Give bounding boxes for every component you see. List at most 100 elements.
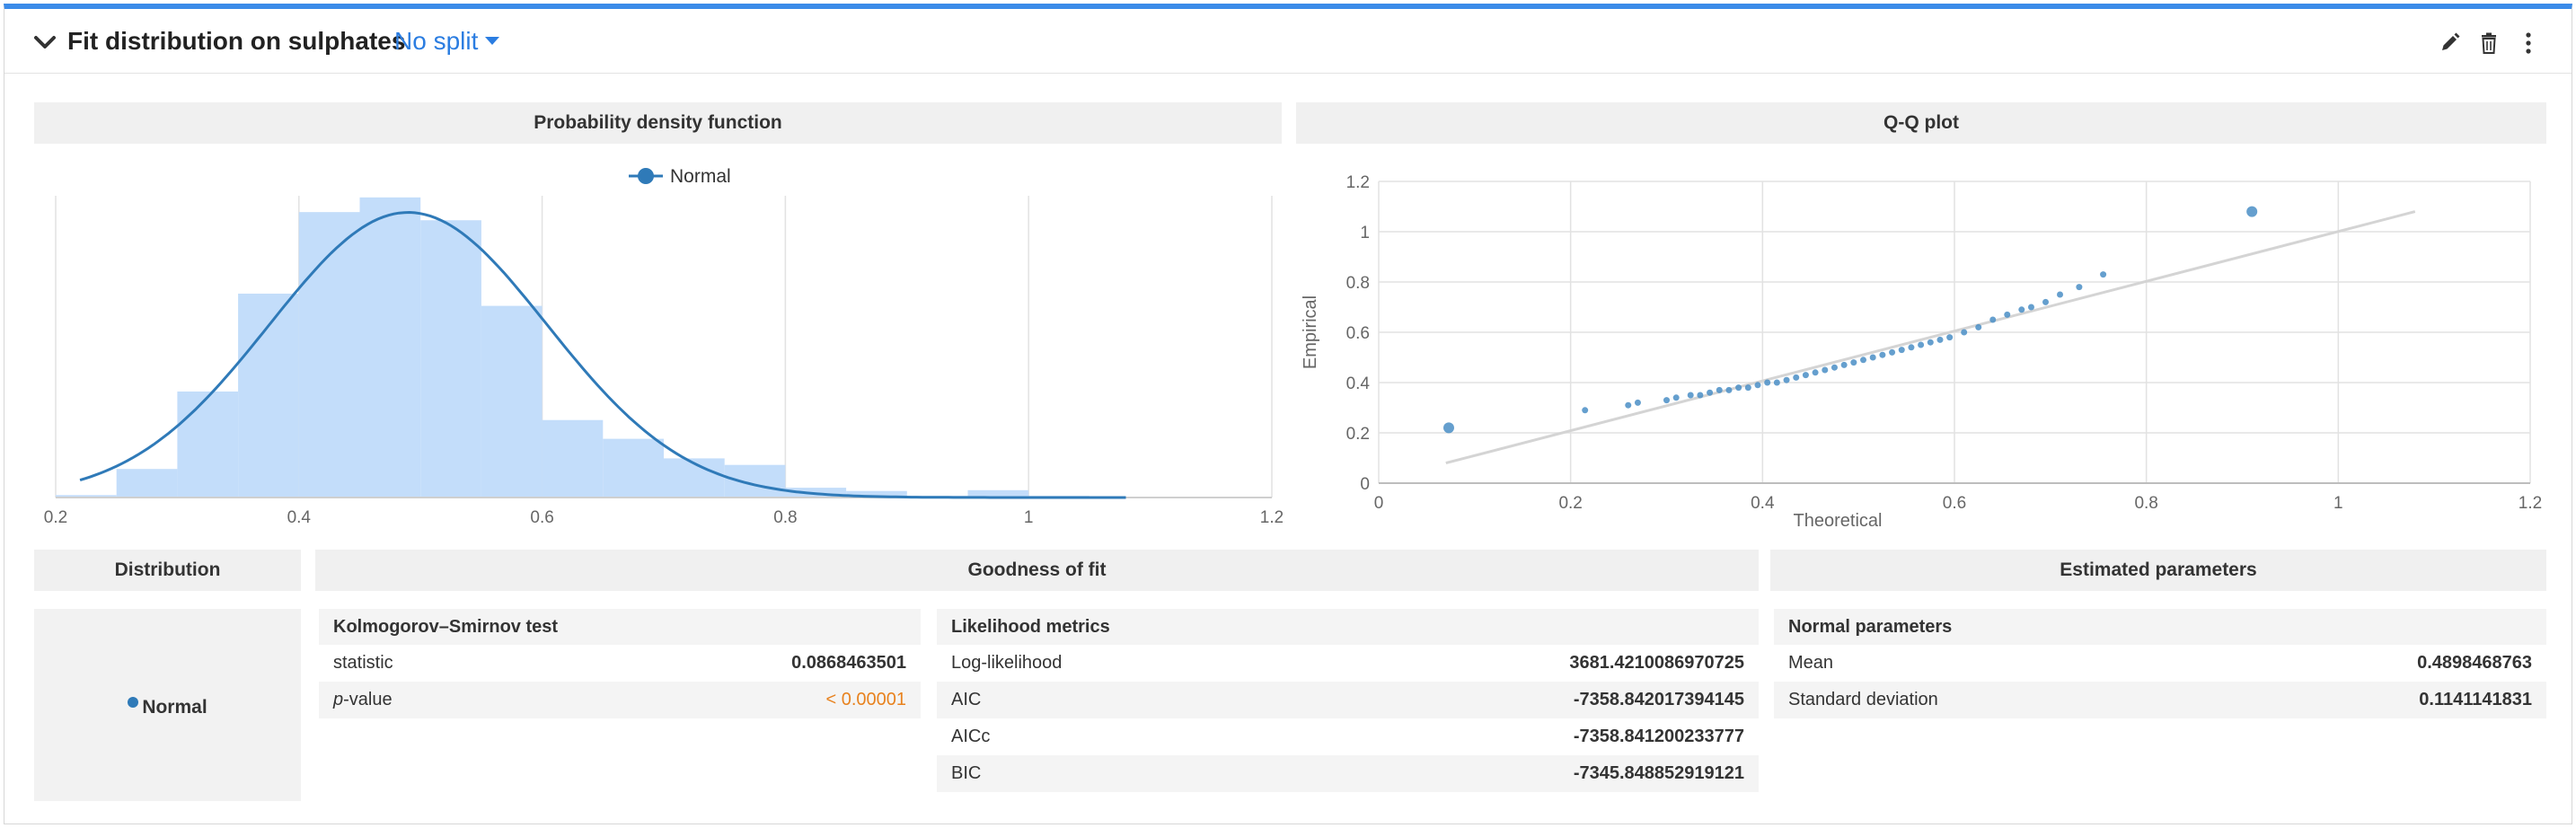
qq-point [1946, 334, 1954, 341]
x-tick-label: 0.8 [773, 508, 797, 527]
x-tick-label: 1.2 [1260, 508, 1283, 527]
chevron-down-icon[interactable] [31, 29, 58, 56]
qq-point [1802, 372, 1809, 379]
qq-point [2246, 206, 2258, 217]
normal-params-title: Normal parameters [1774, 609, 2546, 645]
y-axis-label: Empirical [1301, 295, 1320, 369]
qq-point [2057, 291, 2064, 298]
x-tick-label: 1.2 [2519, 494, 2542, 513]
pdf-panel-title: Probability density function [34, 102, 1282, 144]
table-row: Mean 0.4898468763 [1774, 645, 2546, 682]
row-label: p-value [333, 682, 393, 718]
qq-point [1773, 379, 1780, 386]
pencil-icon[interactable] [2437, 31, 2462, 56]
fit-distribution-card: Fit distribution on sulphates No split P… [4, 4, 2572, 824]
x-tick-label: 1 [2333, 494, 2343, 513]
row-label-rest: -value [343, 690, 393, 709]
row-value: -7345.848852919121 [1573, 763, 1744, 783]
trash-icon[interactable] [2476, 31, 2501, 56]
histogram-bar [116, 469, 178, 498]
qq-point [2018, 306, 2025, 313]
qq-point [1850, 359, 1857, 366]
y-tick-label: 1.2 [1346, 173, 1370, 192]
qq-point [1582, 407, 1589, 414]
distribution-box: Normal [34, 609, 301, 801]
y-tick-label: 0.2 [1346, 425, 1370, 444]
x-tick-label: 1 [1024, 508, 1034, 527]
histogram-bar [603, 438, 664, 498]
estimated-panel-title: Estimated parameters [1770, 550, 2546, 591]
card-title: Fit distribution on sulphates [67, 27, 406, 55]
table-row: AIC -7358.842017394145 [937, 682, 1759, 718]
row-value: 0.0868463501 [791, 653, 906, 673]
qq-chart: 0 0.2 0.4 0.6 0.8 1 1.2 0 0.2 0.4 0.6 0.8 1 1.2 Theore… [1301, 173, 2542, 530]
qq-point [2076, 284, 2083, 291]
row-value: 3681.4210086970725 [1569, 653, 1744, 673]
table-row: Log-likelihood 3681.4210086970725 [937, 645, 1759, 682]
table-row: BIC -7345.848852919121 [937, 755, 1759, 792]
qq-point [1908, 344, 1915, 351]
qq-point [1663, 397, 1670, 404]
qq-point [1634, 399, 1641, 406]
histogram-bar [542, 419, 604, 498]
qq-point [1707, 389, 1714, 396]
goodness-panel-title: Goodness of fit [315, 550, 1759, 591]
row-label: AICc [951, 727, 991, 746]
row-label: BIC [951, 763, 982, 783]
histogram-bar [177, 391, 239, 498]
qq-point [1672, 394, 1680, 401]
y-tick-label: 0.4 [1346, 374, 1371, 393]
x-tick-label: 0.2 [44, 508, 67, 527]
qq-point [1840, 361, 1848, 368]
qq-point [1764, 379, 1771, 386]
y-tick-label: 0.8 [1346, 274, 1370, 293]
qq-panel-title: Q-Q plot [1296, 102, 2546, 144]
qq-point [1783, 376, 1790, 383]
qq-point [1716, 386, 1723, 393]
qq-point [1936, 336, 1944, 343]
qq-point [1793, 374, 1800, 381]
row-label: Log-likelihood [951, 653, 1063, 673]
distribution-panel-title: Distribution [34, 550, 301, 591]
qq-point [2027, 304, 2034, 311]
qq-point [1889, 348, 1896, 356]
qq-point [1725, 386, 1733, 393]
normal-params-table: Normal parameters Mean 0.4898468763 Stan… [1774, 609, 2546, 718]
row-value: -7358.842017394145 [1573, 690, 1744, 709]
qq-point [2004, 311, 2011, 318]
legend-marker [638, 168, 654, 184]
x-axis-label: Theoretical [1794, 511, 1883, 530]
card-header: Fit distribution on sulphates No split [4, 9, 2572, 74]
table-row: statistic 0.0868463501 [319, 645, 921, 682]
qq-point [1860, 357, 1867, 364]
row-label: AIC [951, 690, 982, 709]
y-tick-label: 0 [1360, 475, 1370, 494]
p-italic: p [333, 690, 344, 709]
row-label: Standard deviation [1788, 690, 1938, 709]
qq-point [1697, 392, 1704, 399]
split-label: No split [394, 27, 479, 55]
x-tick-label: 0.2 [1558, 494, 1582, 513]
row-label: statistic [333, 653, 393, 673]
more-vertical-icon[interactable] [2516, 31, 2541, 56]
pdf-chart: 0.2 0.4 0.6 0.8 1 1.2 Normal [44, 166, 1283, 527]
qq-point [1735, 384, 1742, 392]
likelihood-title: Likelihood metrics [937, 609, 1759, 645]
qq-point [2042, 298, 2049, 305]
split-dropdown[interactable]: No split [394, 27, 500, 56]
histogram-bar [481, 305, 543, 498]
y-tick-label: 0.6 [1346, 324, 1370, 343]
likelihood-table: Likelihood metrics Log-likelihood 3681.4… [937, 609, 1759, 792]
histogram-bar [724, 464, 786, 498]
legend-label: Normal [670, 166, 731, 187]
histogram-bar [420, 220, 481, 498]
x-tick-label: 0.6 [530, 508, 553, 527]
qq-point [2100, 271, 2107, 278]
x-tick-label: 0.8 [2134, 494, 2157, 513]
qq-point [1975, 323, 1982, 330]
qq-point [1831, 364, 1838, 371]
ks-test-title: Kolmogorov–Smirnov test [319, 609, 921, 645]
x-tick-label: 0.6 [1943, 494, 1966, 513]
caret-down-icon [485, 37, 500, 46]
distribution-item-normal[interactable]: Normal [34, 697, 301, 718]
